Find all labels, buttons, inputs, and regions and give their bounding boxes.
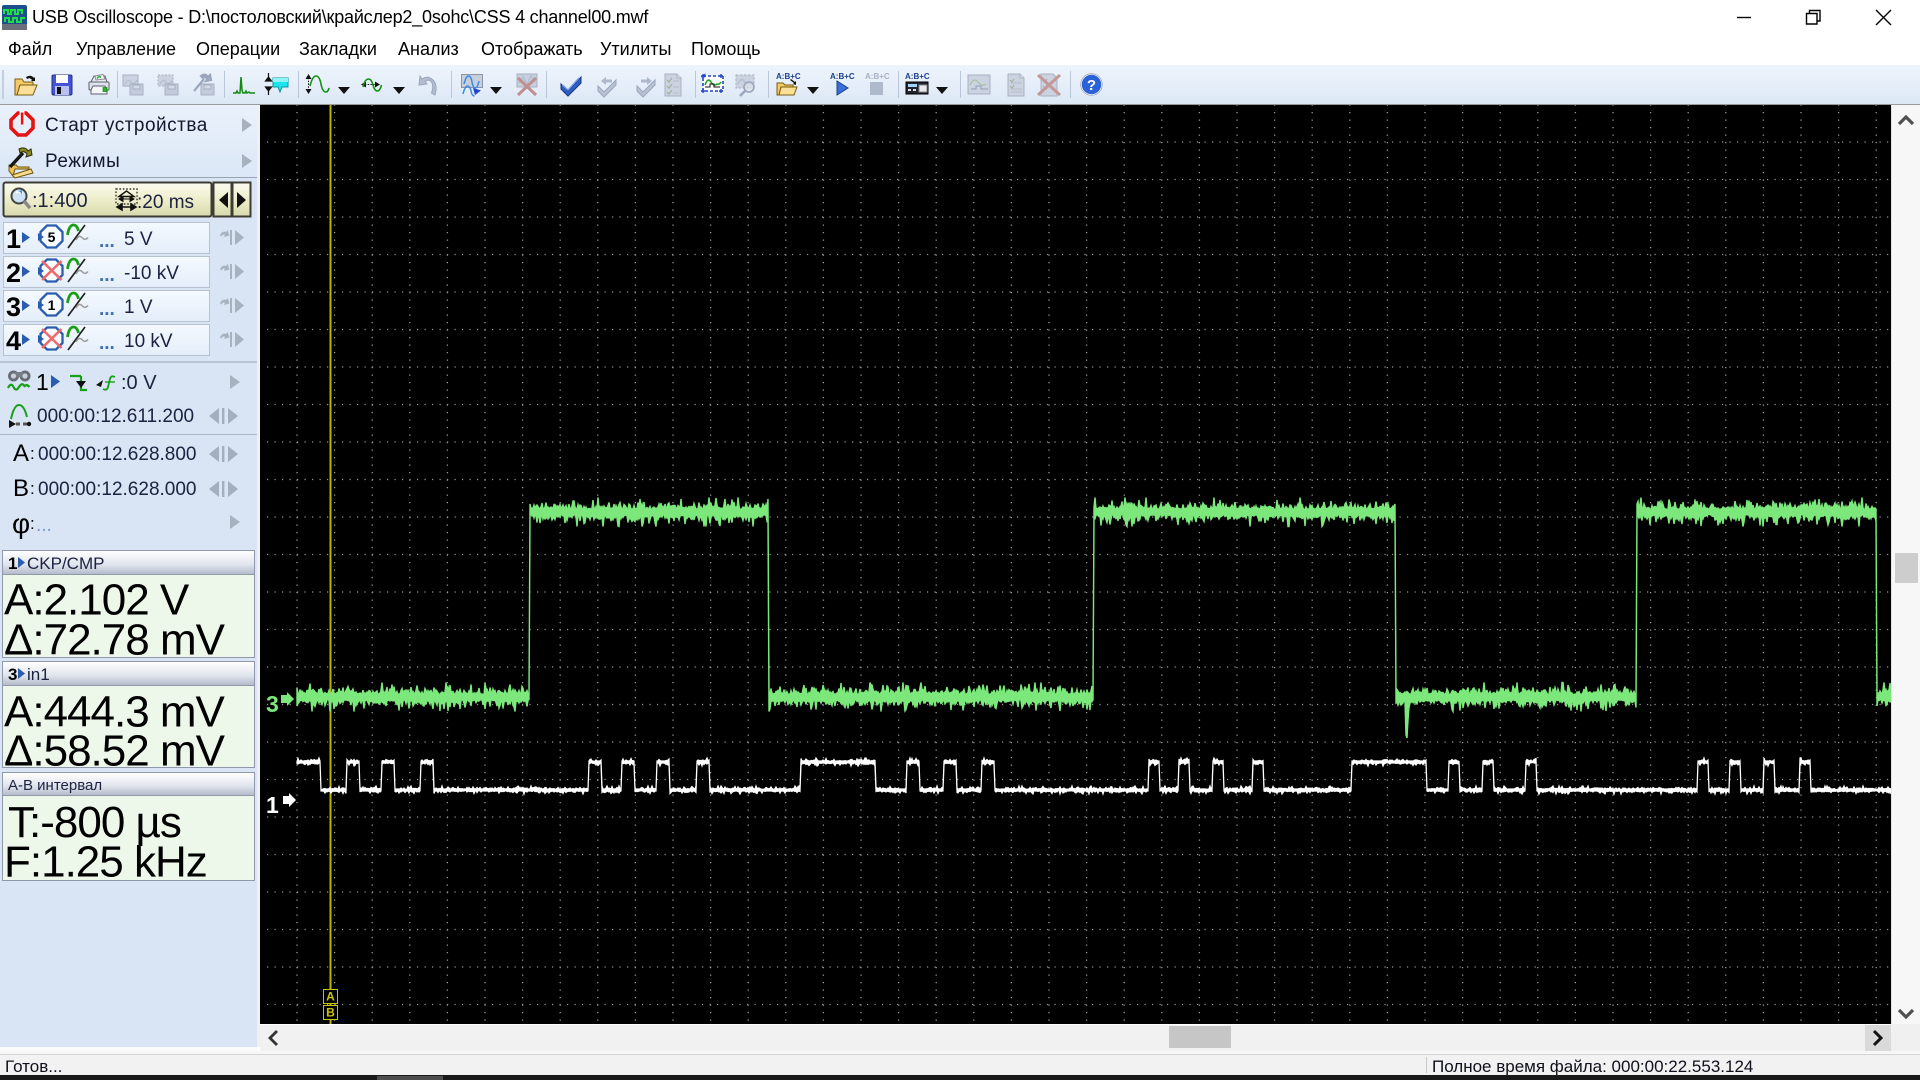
svg-text:B: B <box>13 475 29 502</box>
svg-text:Δ:58.52 mV: Δ:58.52 mV <box>4 727 226 776</box>
svg-text:A:B+C: A:B+C <box>905 72 930 81</box>
svg-text:A:B+C: A:B+C <box>865 72 890 81</box>
svg-text:A-B интервал: A-B интервал <box>8 777 102 794</box>
svg-text:1: 1 <box>8 554 17 573</box>
svg-text::0 V: :0 V <box>121 372 157 394</box>
svg-text:3: 3 <box>6 292 21 322</box>
svg-text:...: ... <box>99 333 115 354</box>
svg-text:F:1.25 kHz: F:1.25 kHz <box>4 838 207 887</box>
svg-text:A: A <box>13 440 29 467</box>
svg-text:3: 3 <box>8 665 17 684</box>
svg-text::: : <box>30 444 35 463</box>
svg-text:000:00:12.628.000: 000:00:12.628.000 <box>38 479 197 500</box>
svg-text:2: 2 <box>6 258 21 288</box>
svg-text:5 V: 5 V <box>124 229 153 250</box>
svg-text:000:00:12.628.800: 000:00:12.628.800 <box>38 444 197 465</box>
svg-text:...: ... <box>99 299 115 320</box>
svg-text::20 ms: :20 ms <box>137 192 194 213</box>
svg-text::1:400: :1:400 <box>32 190 88 212</box>
svg-text:3: 3 <box>266 691 279 717</box>
svg-text:A: A <box>326 990 335 1004</box>
svg-text:in1: in1 <box>27 665 50 684</box>
svg-text:1 V: 1 V <box>124 297 153 318</box>
svg-text:Режимы: Режимы <box>45 151 120 172</box>
svg-text:CKP/CMP: CKP/CMP <box>27 554 104 573</box>
svg-text:Старт устройства: Старт устройства <box>45 115 208 136</box>
svg-text:000:00:12.611.200: 000:00:12.611.200 <box>37 406 194 427</box>
svg-text:φ: φ <box>12 508 30 539</box>
svg-text:-10 kV: -10 kV <box>124 263 179 284</box>
svg-text:1: 1 <box>266 792 279 818</box>
svg-text:1: 1 <box>36 369 49 395</box>
svg-text:B: B <box>326 1006 335 1020</box>
svg-text:...: ... <box>36 515 52 536</box>
svg-text:4: 4 <box>6 326 21 356</box>
svg-text::: : <box>30 479 35 498</box>
svg-text:Δ:72.78 mV: Δ:72.78 mV <box>4 616 226 665</box>
svg-text:?: ? <box>1087 77 1096 94</box>
svg-text:10 kV: 10 kV <box>124 331 173 352</box>
svg-text:A:B+C: A:B+C <box>776 72 801 81</box>
svg-text:...: ... <box>99 231 115 252</box>
svg-text:A:B+C: A:B+C <box>830 72 855 81</box>
svg-text:5: 5 <box>48 229 56 245</box>
svg-text:...: ... <box>99 265 115 286</box>
svg-text:1: 1 <box>48 297 56 313</box>
svg-text:1: 1 <box>6 224 21 254</box>
svg-text::: : <box>30 514 35 533</box>
